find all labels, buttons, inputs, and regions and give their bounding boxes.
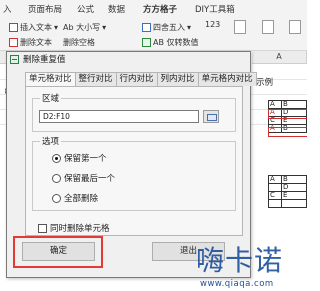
table-row [268,199,307,208]
example-label: 示例 [256,78,274,88]
numeric-button[interactable]: 123 [205,20,220,29]
chevron-down-icon: ▾ [54,23,59,32]
option-keep-first[interactable]: 保留第一个 [52,152,107,164]
also-delete-cell-checkbox[interactable] [38,223,47,233]
option-delete-all-label: 全部删除 [64,194,99,204]
tab-in-cell-compare[interactable]: 单元格内对比 [197,72,257,86]
table-row: CE [268,191,307,200]
delete-text-label: 删除文本 [20,38,52,47]
tab-diy-toolbox[interactable]: DIY工具箱 [195,3,235,15]
watermark-url: www.qiaqa.com [200,279,274,289]
numeric-label: 123 [205,20,221,29]
column-header-right[interactable]: A [252,51,307,64]
ok-button-highlight [13,236,103,268]
dialog-title: 删除重复值 [23,55,66,65]
option-delete-all[interactable]: 全部删除 [52,192,98,204]
round-icon [142,23,151,32]
ribbon-toolbar: 插入文本 ▾ Ab 大小写 ▾ 四舍五入 ▾ 123 删除文本 删除空格 AB … [0,15,307,51]
range-group-label: 区域 [40,92,62,104]
tab-in-row-compare[interactable]: 行内对比 [115,72,158,86]
export-icon[interactable] [289,20,301,34]
tab-row-compare[interactable]: 整行对比 [74,72,117,86]
tab-data[interactable]: 数据 [108,3,125,15]
tab-insert[interactable]: 入 [3,3,12,15]
option-keep-first-label: 保留第一个 [64,154,107,164]
also-delete-cell-label: 同时删除单元格 [50,224,110,234]
radio-keep-last[interactable] [52,173,61,183]
delete-text-button[interactable]: 删除文本 [9,37,52,48]
option-keep-last[interactable]: 保留最后一个 [52,172,115,184]
ribbon-tab-bar: 入 页面布局 公式 数据 方方格子 DIY工具箱 [0,0,307,17]
only-keep-label: AB 仅转数值 [153,38,199,47]
round-label: 四舍五入 [153,23,185,32]
watermark-logo: 嗨卡诺 [196,244,284,277]
select-range-button[interactable] [203,110,219,123]
only-keep-icon [142,38,151,47]
dialog-tab-bar: 单元格对比 整行对比 行内对比 列内对比 单元格内对比 [25,72,257,87]
chevron-down-icon: ▾ [187,23,192,32]
remove-duplicates-icon [10,54,19,64]
chevron-down-icon: ▾ [102,23,107,32]
only-keep-button[interactable]: AB 仅转数值 [142,37,199,48]
range-input[interactable]: D2:F10 [39,110,199,123]
also-delete-cell-option[interactable]: 同时删除单元格 [38,222,110,234]
delete-space-label: 删除空格 [63,38,95,47]
tab-cell-compare[interactable]: 单元格对比 [25,72,76,87]
insert-text-button[interactable]: 插入文本 ▾ [9,22,58,33]
duplicate-highlight [268,127,307,137]
sheet-icon[interactable] [234,20,246,34]
tab-page-layout[interactable]: 页面布局 [28,3,62,15]
tab-in-column-compare[interactable]: 列内对比 [156,72,199,86]
delete-space-button[interactable]: 删除空格 [63,37,95,48]
radio-keep-first[interactable] [52,153,61,163]
merge-icon[interactable] [262,20,274,34]
case-label: Ab 大小写 [63,23,101,32]
insert-text-label: 插入文本 [20,23,52,32]
app-window: 入 页面布局 公式 数据 方方格子 DIY工具箱 插入文本 ▾ Ab 大小写 ▾… [0,0,307,291]
round-button[interactable]: 四舍五入 ▾ [142,22,191,33]
options-group-label: 选项 [40,135,62,147]
duplicate-highlight [268,109,307,119]
example-table-after: AB D CE [268,175,307,208]
case-button[interactable]: Ab 大小写 ▾ [63,22,106,33]
delete-text-icon [9,38,18,47]
option-keep-last-label: 保留最后一个 [64,174,116,184]
insert-text-icon [9,23,18,32]
dialog-titlebar[interactable]: 删除重复值 [7,52,250,66]
tab-formulas[interactable]: 公式 [77,3,94,15]
radio-delete-all[interactable] [52,193,61,203]
